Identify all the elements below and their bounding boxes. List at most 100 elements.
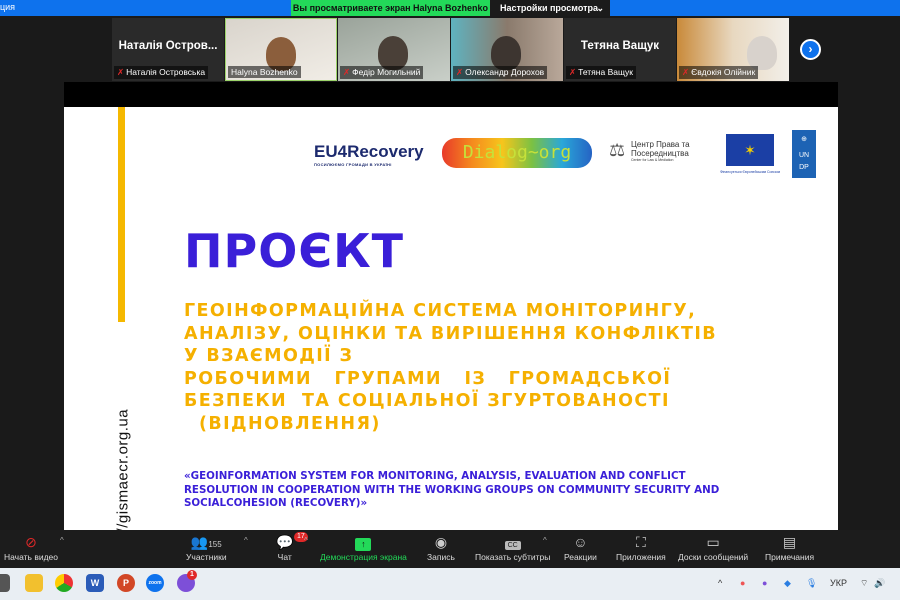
dialog-org-logo: Dialog~org xyxy=(442,138,592,168)
eu4recovery-text: EU4Recovery xyxy=(314,142,424,161)
chat-button[interactable]: 💬 17 Чат xyxy=(276,532,308,562)
whiteboard-icon: ▭ xyxy=(706,534,720,550)
start-video-button[interactable]: ⊘ Начать видео xyxy=(4,534,58,562)
meeting-toolbar: ⊘ Начать видео ^ 👥155 Участники ^ 💬 17 Чат ^… xyxy=(0,530,900,568)
mic-muted-icon: ✗ xyxy=(456,67,464,77)
participant-name: Наталія Островська xyxy=(126,67,206,77)
participants-label: Участники xyxy=(186,552,227,562)
word-icon[interactable]: W xyxy=(86,574,104,592)
cc-icon: CC xyxy=(504,541,521,550)
slide-title: ПРОЄКТ xyxy=(184,224,405,278)
uk-line: АНАЛІЗУ, ОЦІНКИ ТА ВИРІШЕННЯ КОНФЛІКТІВ xyxy=(184,323,718,344)
reactions-icon: ☺ xyxy=(573,534,588,550)
zoom-icon[interactable]: zoom xyxy=(146,574,164,592)
record-button[interactable]: ◉ Запись xyxy=(427,534,455,562)
chrome-icon[interactable] xyxy=(55,574,73,592)
video-off-icon: ⊘ xyxy=(25,534,37,550)
tray-security-icon[interactable]: ◆ xyxy=(784,578,791,589)
whiteboards-button[interactable]: ▭ Доски сообщений xyxy=(678,534,748,562)
participant-name: Євдокія Олійник xyxy=(691,67,756,77)
windows-taskbar: W P zoom 1 ^ ● ● ◆ 🎙 УКР ⌔ 🔊 xyxy=(0,568,900,600)
chat-label: Чат xyxy=(277,552,292,562)
undp-text: UNDP xyxy=(798,152,810,171)
share-screen-label: Демонстрация экрана xyxy=(320,552,407,562)
chevron-up-icon[interactable]: ^ xyxy=(543,536,547,545)
show-captions-button[interactable]: CC Показать субтитры xyxy=(475,534,550,562)
participant-tile[interactable]: ✗ Федір Могильний xyxy=(338,18,450,81)
chevron-up-icon[interactable]: ^ xyxy=(60,536,64,545)
clm-subtitle: Center for Law & Mediation xyxy=(631,158,674,162)
record-label: Запись xyxy=(427,552,455,562)
notes-label: Примечания xyxy=(765,552,815,562)
file-explorer-icon[interactable] xyxy=(25,574,43,592)
center-law-mediation-logo: ⚖ Центр Права та Посередництва Center for … xyxy=(609,140,709,162)
apps-label: Приложения xyxy=(616,552,666,562)
wifi-icon[interactable]: ⌔ xyxy=(860,578,868,589)
apps-button[interactable]: ⛶ Приложения xyxy=(616,534,666,562)
eu-caption: Фінансується Європейським Союзом xyxy=(719,170,781,174)
notes-icon: ▤ xyxy=(782,534,797,550)
shared-screen-slide: https://gismaecr.org.ua EU4Recovery ПОСИЛ… xyxy=(64,82,838,572)
participant-tile[interactable]: Наталія Остров... ✗ Наталія Островська xyxy=(112,18,224,81)
meeting-title: ция xyxy=(0,2,16,12)
clm-text: Центр Права та Посередництва xyxy=(631,140,690,158)
participant-tile[interactable]: ✗ Євдокія Олійник xyxy=(677,18,789,81)
viber-badge: 1 xyxy=(187,570,197,580)
record-icon: ◉ xyxy=(434,534,448,550)
participant-tile[interactable]: Тетяна Ващук ✗ Тетяна Ващук xyxy=(564,18,676,81)
view-options-button[interactable]: Настройки просмотра ⌄ xyxy=(490,0,610,16)
start-icon[interactable] xyxy=(0,574,10,592)
mic-muted-icon: ✗ xyxy=(343,67,351,77)
tray-app-icon[interactable]: ● xyxy=(740,578,745,588)
whiteboards-label: Доски сообщений xyxy=(678,552,749,562)
next-page-arrow-icon[interactable]: › xyxy=(800,39,821,60)
chat-icon: 💬 xyxy=(276,534,294,550)
eu-flag-icon: ✶ xyxy=(726,134,774,166)
language-indicator[interactable]: УКР xyxy=(830,578,847,588)
notes-button[interactable]: ▤ Примечания xyxy=(765,534,814,562)
chevron-up-icon[interactable]: ^ xyxy=(304,536,308,545)
mic-muted-icon: ✗ xyxy=(569,67,577,77)
mic-muted-icon: ✗ xyxy=(682,67,690,77)
participants-icon: 👥155 xyxy=(190,534,222,550)
viewing-screen-banner: Вы просматриваете экран Halyna Bozhenko xyxy=(291,0,490,16)
chevron-up-icon[interactable]: ^ xyxy=(244,536,248,545)
participant-name: Halyna Bozhenko xyxy=(231,67,298,77)
participants-strip: Наталія Остров... ✗ Наталія Островська Ha… xyxy=(0,16,900,82)
mic-muted-icon: ✗ xyxy=(117,67,125,77)
share-screen-icon: ↑ xyxy=(355,538,372,551)
uk-line: БЕЗПЕКИ ТА СОЦІАЛЬНОЇ ЗГУРТОВАНОСТІ xyxy=(184,391,670,411)
microphone-icon[interactable]: 🎙 xyxy=(806,578,817,589)
participant-tile[interactable]: ✗ Олександр Дорохов xyxy=(451,18,563,81)
english-description: «GEOINFORMATION SYSTEM FOR MONITORING, A… xyxy=(184,470,720,509)
tray-chevron-icon[interactable]: ^ xyxy=(718,578,722,588)
uk-line: РОБОЧИМИ ГРУПАМИ ІЗ ГРОМАДСЬКОЇ xyxy=(184,368,672,389)
viber-icon[interactable]: 1 xyxy=(177,570,197,592)
apps-icon: ⛶ xyxy=(635,534,646,550)
view-options-label: Настройки просмотра xyxy=(500,3,599,13)
slide-top-band xyxy=(64,82,838,107)
participant-tile-active-speaker[interactable]: Halyna Bozhenko xyxy=(225,18,337,81)
reactions-label: Реакции xyxy=(564,552,597,562)
reactions-button[interactable]: ☺ Реакции xyxy=(564,534,597,562)
scales-icon: ⚖ xyxy=(609,140,626,160)
partner-logos: EU4Recovery ПОСИЛЮЄМО ГРОМАДИ В УКРАЇНІ D… xyxy=(64,130,838,182)
share-screen-button[interactable]: ↑ Демонстрация экрана xyxy=(320,534,407,562)
start-video-label: Начать видео xyxy=(4,552,59,562)
participant-name: Тетяна Ващук xyxy=(578,67,634,77)
participant-name: Олександр Дорохов xyxy=(465,67,545,77)
chevron-down-icon: ⌄ xyxy=(596,3,604,13)
participant-display-name: Наталія Остров... xyxy=(118,40,218,52)
participant-name: Федір Могильний xyxy=(352,67,421,77)
volume-icon[interactable]: 🔊 xyxy=(874,578,885,589)
ukrainian-description: ГЕОІНФОРМАЦІЙНА СИСТЕМА МОНІТОРИНГУ, АНА… xyxy=(184,300,717,435)
eu4recovery-subtitle: ПОСИЛЮЄМО ГРОМАДИ В УКРАЇНІ xyxy=(314,162,392,167)
tray-viber-icon[interactable]: ● xyxy=(762,578,767,588)
uk-line: ГЕОІНФОРМАЦІЙНА СИСТЕМА МОНІТОРИНГУ, xyxy=(184,301,697,321)
participants-count: 155 xyxy=(208,540,222,549)
participant-display-name: Тетяна Ващук xyxy=(580,40,660,52)
captions-label: Показать субтитры xyxy=(475,552,551,562)
participants-button[interactable]: 👥155 Участники xyxy=(186,534,227,562)
uk-line: У ВЗАЄМОДІЇ З xyxy=(184,346,354,366)
powerpoint-icon[interactable]: P xyxy=(117,574,135,592)
